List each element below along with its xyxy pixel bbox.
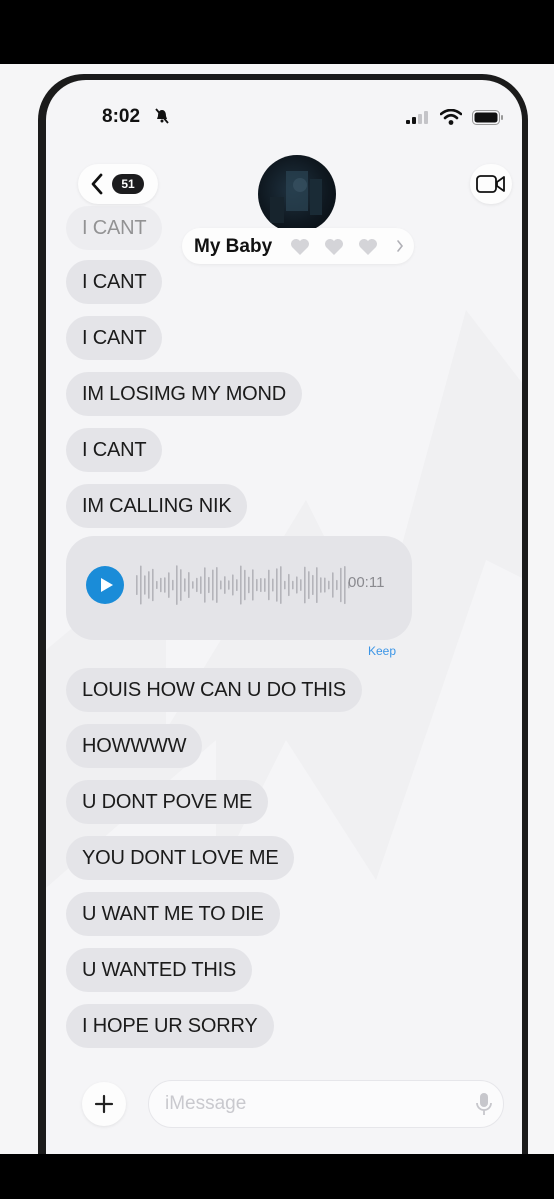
message-bubble: U DONT POVE ME — [66, 780, 269, 824]
voice-message-bubble: 00:11 — [66, 536, 412, 640]
waveform-bar — [332, 572, 334, 598]
waveform-bar — [316, 567, 318, 603]
plus-icon — [94, 1094, 114, 1114]
waveform-bar — [140, 565, 142, 605]
waveform-bar — [220, 580, 222, 590]
message-bubble: YOU DONT LOVE ME — [66, 836, 295, 880]
grey-heart-icon — [359, 239, 377, 255]
keep-audio-link[interactable]: Keep — [368, 644, 396, 658]
waveform-bar — [212, 569, 214, 601]
waveform-bar — [260, 578, 262, 592]
facetime-video-button[interactable] — [470, 164, 512, 204]
apps-plus-button[interactable] — [82, 1082, 126, 1126]
contact-avatar[interactable] — [258, 155, 336, 233]
wifi-icon — [440, 109, 462, 125]
waveform-bar — [300, 579, 302, 591]
waveform-bar — [192, 581, 194, 589]
waveform-bar — [184, 578, 186, 592]
play-icon — [101, 578, 113, 592]
waveform-bar — [268, 569, 270, 601]
waveform-bar — [144, 575, 146, 595]
messages-screen: 8:02 51 I CANT My Baby I CANT I CANT IM … — [46, 80, 522, 1154]
grey-heart-icon — [325, 239, 343, 255]
voice-duration: 00:11 — [348, 574, 385, 591]
waveform-bar — [252, 569, 254, 601]
message-bubble: IM CALLING NIK — [66, 484, 248, 528]
waveform-bar — [196, 577, 198, 593]
waveform-bar — [340, 567, 342, 603]
waveform-bar — [180, 569, 182, 601]
waveform-bar — [176, 565, 178, 605]
waveform-bar — [276, 568, 278, 602]
waveform-bar — [312, 574, 314, 595]
waveform-bar — [288, 573, 290, 597]
status-time: 8:02 — [102, 106, 141, 127]
microphone-icon[interactable] — [476, 1092, 492, 1116]
waveform-bar — [296, 576, 298, 594]
waveform-bar — [200, 576, 202, 594]
waveform-bar — [228, 580, 230, 590]
message-bubble: U WANTED THIS — [66, 948, 253, 992]
waveform-bar — [236, 579, 238, 591]
waveform-bar — [152, 568, 154, 602]
waveform-bar — [280, 566, 282, 604]
waveform-bar — [208, 576, 210, 594]
waveform-bar — [336, 579, 338, 591]
contact-name: My Baby — [194, 236, 273, 257]
message-bubble: I CANT — [66, 428, 163, 472]
waveform-bar — [256, 578, 258, 592]
waveform-bar — [224, 576, 226, 594]
message-bubble: HOWWWW — [66, 724, 203, 768]
waveform-bar — [172, 579, 174, 591]
video-camera-icon — [476, 175, 505, 193]
play-button[interactable] — [86, 566, 124, 604]
waveform-bar — [188, 572, 190, 598]
message-bubble: I CANT — [66, 206, 163, 250]
waveform-bar — [240, 565, 242, 605]
waveform-bar — [156, 580, 158, 589]
grey-heart-icon — [291, 239, 309, 255]
waveform-bar — [164, 577, 166, 593]
waveform-bar — [168, 572, 170, 598]
waveform-bar — [204, 567, 206, 603]
signal-icon — [406, 111, 428, 124]
message-bubble: I CANT — [66, 316, 163, 360]
waveform-bar — [292, 580, 294, 590]
waveform-bar — [304, 566, 306, 604]
waveform-bar — [148, 571, 150, 599]
message-bubble: U WANT ME TO DIE — [66, 892, 280, 936]
message-bubble: LOUIS HOW CAN U DO THIS — [66, 668, 362, 712]
waveform-bar — [216, 567, 218, 603]
waveform-bar — [308, 571, 310, 599]
waveform-bar — [232, 574, 234, 596]
waveform-bar — [248, 576, 250, 594]
message-bubble: I CANT — [66, 260, 163, 304]
waveform-bar — [264, 578, 266, 592]
waveform-bar — [328, 580, 330, 590]
back-button[interactable]: 51 — [78, 164, 158, 204]
waveform-bar — [320, 577, 322, 593]
waveform-bar — [344, 566, 346, 605]
waveform-bar — [244, 569, 246, 601]
waveform-bar — [272, 578, 274, 592]
bell-slash-icon — [155, 108, 169, 124]
audio-waveform — [136, 565, 350, 605]
chevron-right-icon — [397, 240, 404, 252]
chevron-left-icon — [91, 173, 103, 195]
avatar-photo — [270, 171, 322, 223]
waveform-bar — [324, 577, 326, 593]
waveform-bar — [136, 575, 138, 595]
message-bubble: IM LOSIMG MY MOND — [66, 372, 303, 416]
battery-icon — [472, 110, 503, 125]
unread-count-badge: 51 — [112, 174, 144, 194]
imessage-input[interactable] — [148, 1080, 504, 1128]
waveform-bar — [284, 580, 286, 590]
contact-name-button[interactable]: My Baby — [182, 228, 414, 264]
message-bubble: I HOPE UR SORRY — [66, 1004, 274, 1048]
waveform-bar — [160, 577, 162, 593]
